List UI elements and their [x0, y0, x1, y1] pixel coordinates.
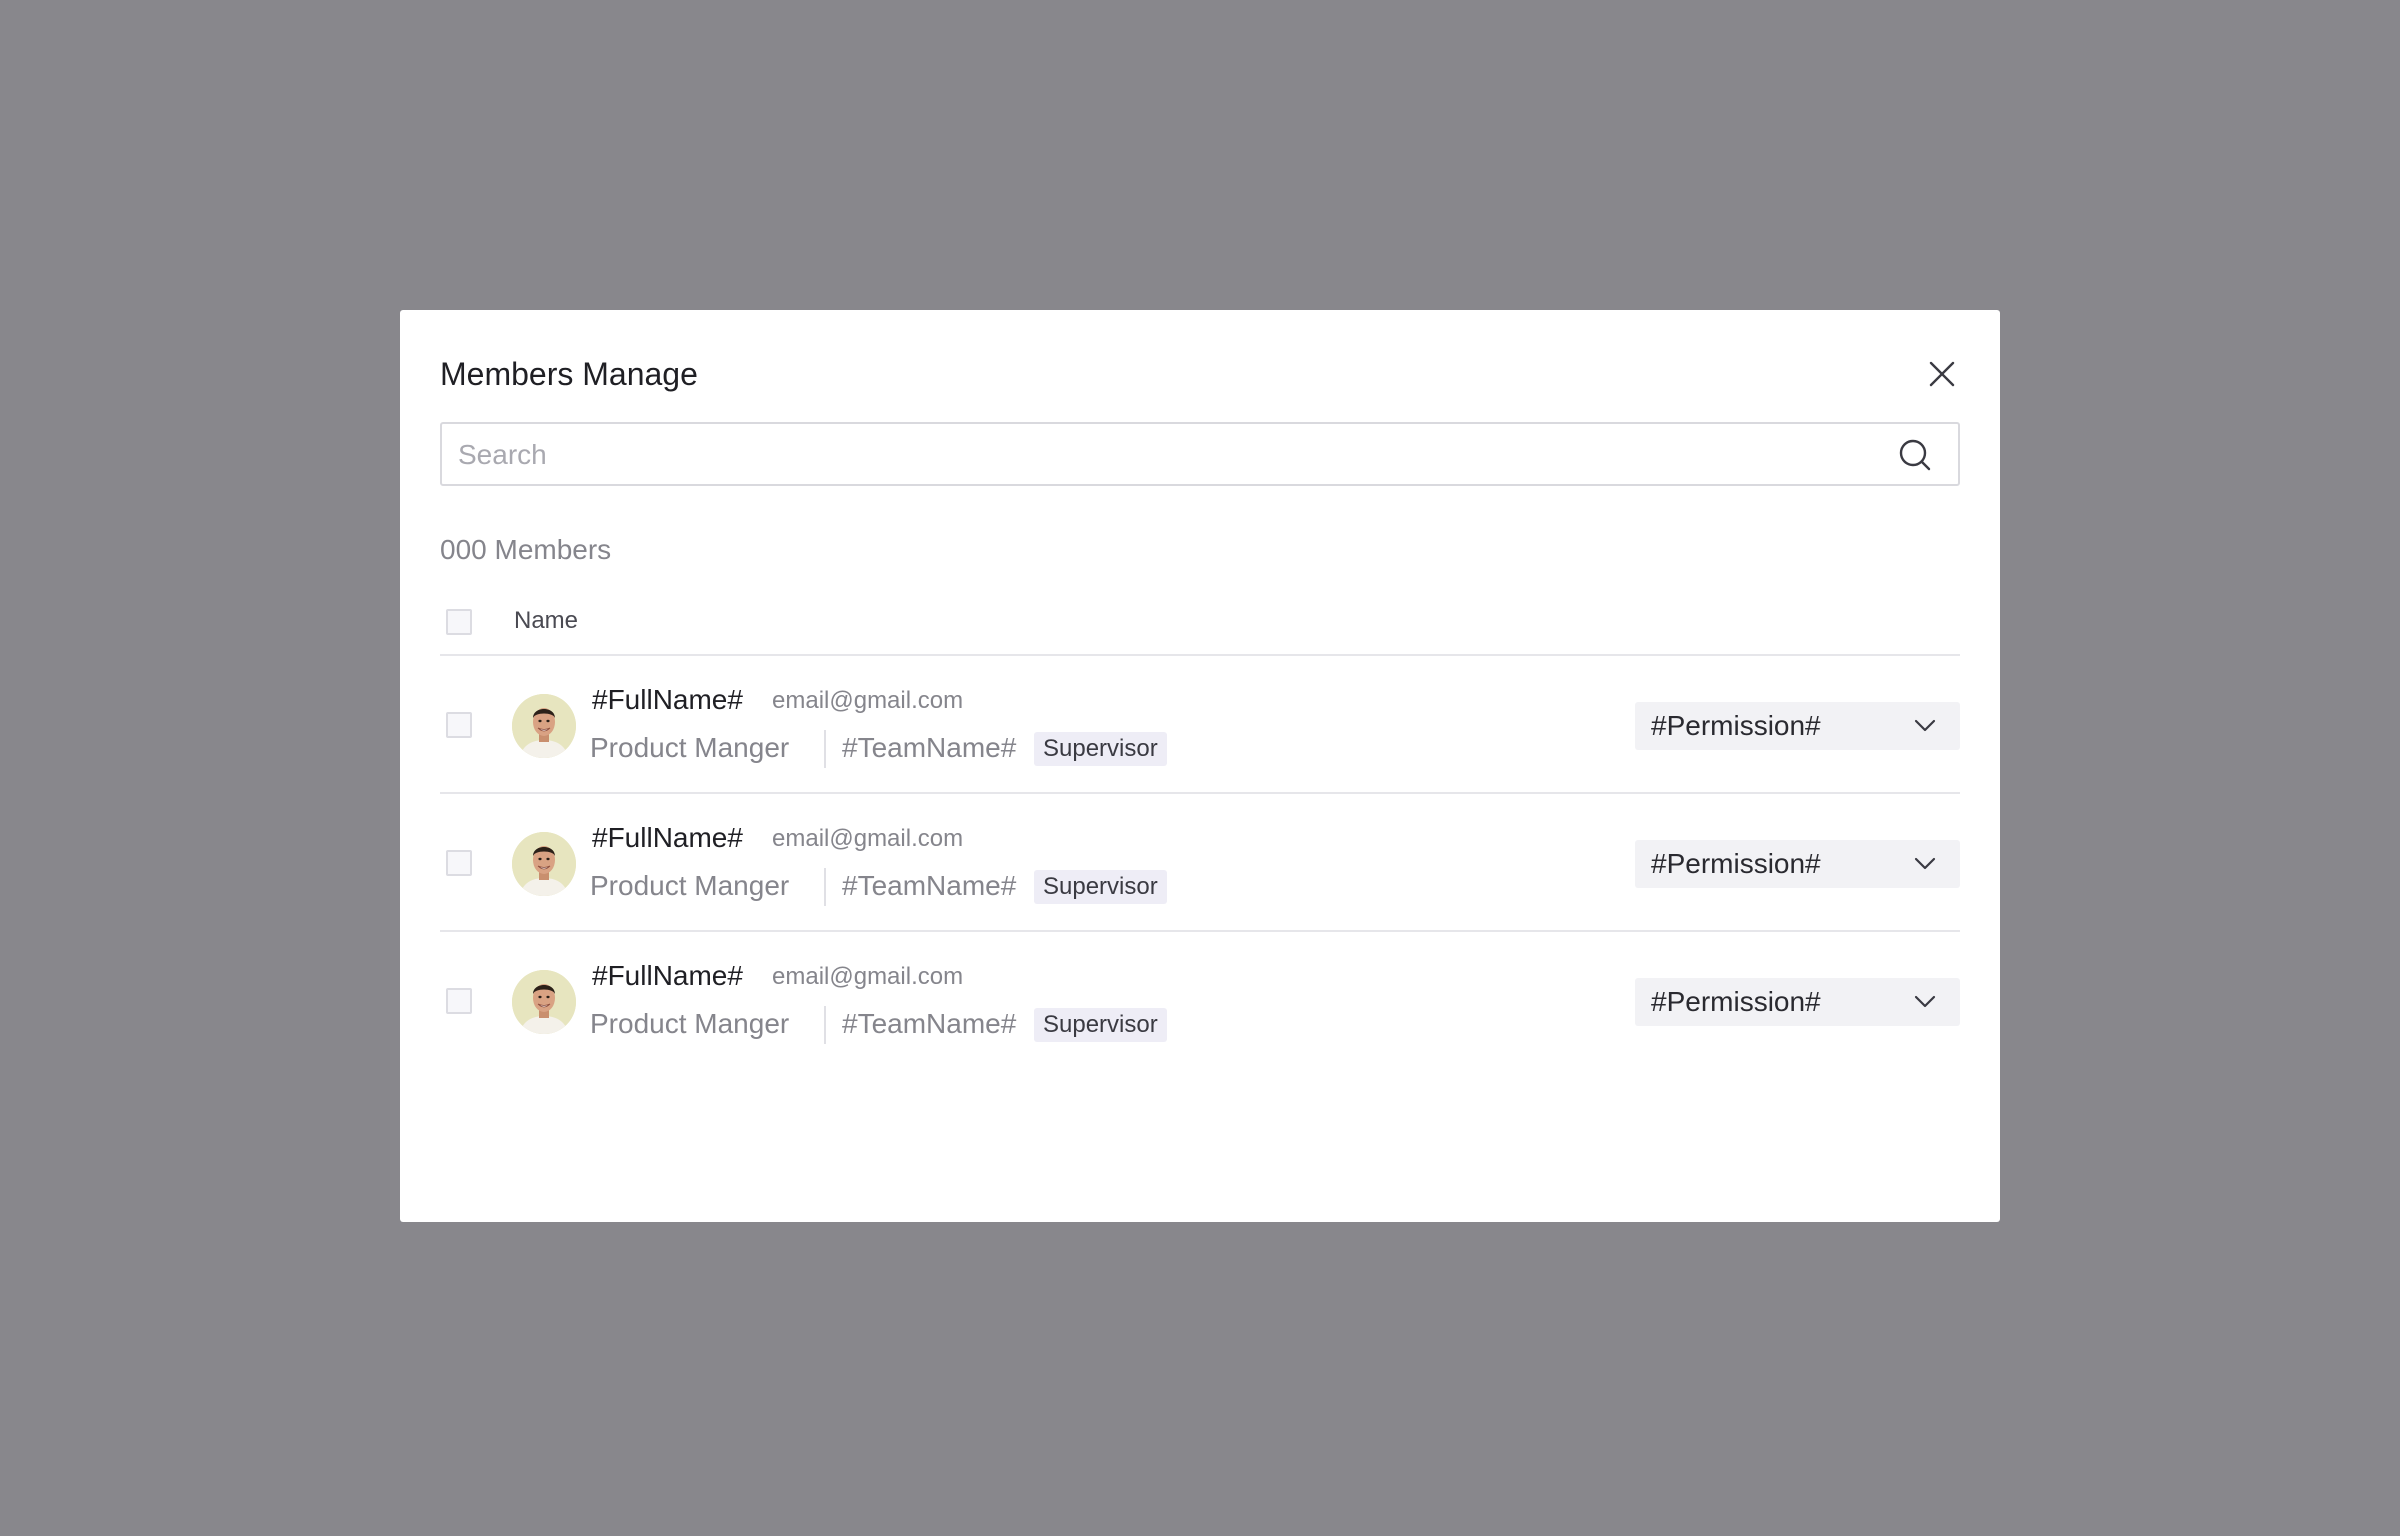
member-full-name: #FullName#: [592, 822, 743, 853]
table-header: Name: [440, 596, 1960, 656]
divider: [824, 1006, 826, 1044]
table-row: #FullName# email@gmail.com Product Mange…: [440, 656, 1960, 794]
members-table: Name #FullName# email@gmail.com Product …: [440, 596, 1960, 1068]
member-team-name: #TeamName#: [842, 1008, 1017, 1039]
close-icon: [1929, 361, 1955, 387]
row-checkbox[interactable]: [446, 712, 472, 738]
permission-select[interactable]: #Permission#: [1635, 840, 1960, 888]
member-team-name: #TeamName#: [842, 732, 1017, 763]
member-count: 000 Members: [440, 534, 612, 565]
table-row: #FullName# email@gmail.com Product Mange…: [440, 794, 1960, 932]
member-full-name: #FullName#: [592, 960, 743, 991]
permission-value: #Permission#: [1651, 710, 1821, 741]
members-manage-dialog: Members Manage 000 Members Name: [400, 310, 2000, 1222]
user-avatar-icon: [512, 694, 576, 758]
select-all-checkbox[interactable]: [446, 609, 472, 635]
search-box: [440, 422, 1960, 486]
chevron-down-icon: [1914, 719, 1936, 732]
member-job-title: Product Manger: [590, 1008, 790, 1039]
chevron-down-icon: [1914, 857, 1936, 870]
permission-select[interactable]: #Permission#: [1635, 702, 1960, 750]
member-email: email@gmail.com: [772, 825, 964, 852]
member-job-title: Product Manger: [590, 732, 790, 763]
chevron-down-icon: [1914, 995, 1936, 1008]
role-badge: Supervisor: [1034, 870, 1167, 904]
permission-value: #Permission#: [1651, 848, 1821, 879]
search-icon[interactable]: [1898, 438, 1932, 472]
user-avatar-icon: [512, 832, 576, 896]
member-team-name: #TeamName#: [842, 870, 1017, 901]
avatar: [512, 694, 576, 758]
dialog-title: Members Manage: [440, 356, 698, 392]
permission-select[interactable]: #Permission#: [1635, 978, 1960, 1026]
user-avatar-icon: [512, 970, 576, 1034]
member-email: email@gmail.com: [772, 687, 964, 714]
search-input[interactable]: [456, 424, 1880, 486]
divider: [824, 868, 826, 906]
row-checkbox[interactable]: [446, 850, 472, 876]
column-header-name: Name: [514, 607, 579, 634]
avatar: [512, 970, 576, 1034]
member-job-title: Product Manger: [590, 870, 790, 901]
avatar: [512, 832, 576, 896]
row-checkbox[interactable]: [446, 988, 472, 1014]
role-badge: Supervisor: [1034, 1008, 1167, 1042]
member-full-name: #FullName#: [592, 684, 743, 715]
permission-value: #Permission#: [1651, 986, 1821, 1017]
close-button[interactable]: [1924, 356, 1960, 392]
role-badge: Supervisor: [1034, 732, 1167, 766]
member-email: email@gmail.com: [772, 963, 964, 990]
table-row: #FullName# email@gmail.com Product Mange…: [440, 932, 1960, 1068]
divider: [824, 730, 826, 768]
